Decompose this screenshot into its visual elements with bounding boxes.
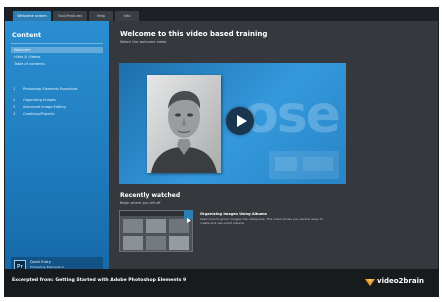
app-window: Welcome screen Tour/Features Help Info C… <box>5 8 438 296</box>
main-content: Welcome to this video based training Wat… <box>109 21 438 269</box>
tab-help[interactable]: Help <box>89 11 113 21</box>
footer-bar: Excerpted from: Getting Started with Ado… <box>5 269 438 296</box>
divider <box>11 43 103 44</box>
chapter-label: Creations/Projects <box>23 112 55 116</box>
chapter-item-4[interactable]: 4 Creations/Projects <box>11 112 105 117</box>
chapter-label: Advanced Image Editing <box>23 105 66 109</box>
play-icon <box>187 218 191 223</box>
chapter-item-1[interactable]: 1 Photoshop Elements Essentials <box>11 87 105 96</box>
chapter-number: 2 <box>13 98 16 102</box>
sidebar-title: Content <box>12 31 42 39</box>
video-player[interactable]: ose <box>119 63 346 184</box>
tab-tour[interactable]: Tour/Features <box>53 11 87 21</box>
chapter-item-2[interactable]: 2 Organizing Images <box>11 98 105 103</box>
chapter-number: 3 <box>13 105 16 109</box>
brand-name: video2brain <box>377 277 424 285</box>
chapter-item-3[interactable]: 3 Advanced Image Editing <box>11 105 105 110</box>
play-icon <box>237 115 247 127</box>
book-title: Quick Entry <box>30 260 51 264</box>
footer-caption: Excerpted from: Getting Started with Ado… <box>12 278 187 283</box>
recently-watched-subtitle: Begin where you left off <box>120 201 161 205</box>
recent-video-thumbnail[interactable] <box>119 210 193 252</box>
recent-item-title[interactable]: Organizing Images Using Albums <box>200 212 267 216</box>
sidebar-item-welcome[interactable]: Welcome <box>11 47 103 53</box>
chapter-number: 1 <box>13 87 16 91</box>
person-photo <box>147 75 221 173</box>
chapter-label: Organizing Images <box>23 98 56 102</box>
recent-item-description: Learn how to group images into categorie… <box>200 217 323 225</box>
video2brain-logo-icon <box>365 279 375 286</box>
chapter-number: 4 <box>13 112 16 116</box>
instructor-portrait <box>147 75 221 173</box>
tab-info[interactable]: Info <box>115 11 139 21</box>
sidebar: Content Welcome Hints & Videos Table of … <box>5 21 109 277</box>
page-subtitle: Watch the welcome video <box>120 40 167 44</box>
top-tab-bar: Welcome screen Tour/Features Help Info <box>5 8 438 21</box>
recently-watched-title: Recently watched <box>120 192 181 199</box>
thumbnail-play-button[interactable] <box>184 210 193 223</box>
sidebar-item-hints[interactable]: Hints & Videos <box>11 54 103 60</box>
sidebar-item-toc[interactable]: Table of contents <box>11 61 103 67</box>
brand-logo: video2brain <box>365 275 435 289</box>
chapter-label: Photoshop Elements Essentials <box>23 87 78 91</box>
play-button[interactable] <box>226 107 254 135</box>
page-title: Welcome to this video based training <box>120 30 268 38</box>
tab-welcome[interactable]: Welcome screen <box>13 11 51 21</box>
thumbnail-image <box>120 211 192 251</box>
